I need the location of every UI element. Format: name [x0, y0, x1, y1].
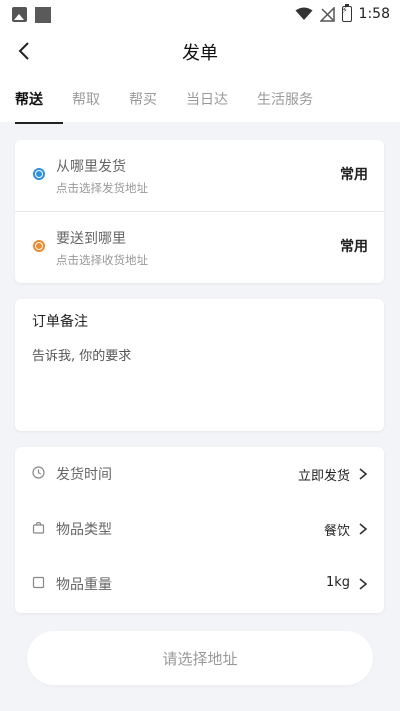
to-address-subtitle: 点击选择收货地址: [56, 253, 148, 267]
select-address-button[interactable]: 请选择地址: [27, 631, 373, 685]
pickup-dot-icon: [33, 168, 45, 180]
status-time: 1:58: [358, 6, 390, 22]
order-note-card: 订单备注: [15, 299, 384, 431]
from-address-title: 从哪里发货: [56, 159, 126, 175]
item-weight-value: 1kg: [325, 575, 350, 590]
note-title: 订单备注: [32, 314, 88, 330]
tab-bar: 帮送 帮取 帮买 当日达 生活服务: [0, 72, 400, 124]
submit-button-label: 请选择地址: [162, 649, 238, 668]
note-input[interactable]: [32, 345, 367, 415]
tab-same-day[interactable]: 当日达: [186, 72, 228, 122]
from-common-button[interactable]: 常用: [340, 164, 368, 184]
chevron-right-icon: [359, 523, 368, 535]
chevron-right-icon: [359, 468, 368, 480]
ship-time-row[interactable]: 发货时间 立即发货: [15, 447, 384, 502]
app-notification-icon: [35, 7, 51, 23]
ship-time-label: 发货时间: [56, 467, 112, 483]
address-card: 从哪里发货 点击选择发货地址 常用 要送到哪里 点击选择收货地址 常用: [15, 140, 384, 283]
item-weight-row[interactable]: 物品重量 1kg: [15, 557, 384, 612]
bag-icon: [32, 521, 45, 534]
item-weight-label: 物品重量: [56, 577, 112, 593]
wifi-icon: [295, 7, 313, 20]
clock-icon: [32, 466, 45, 479]
tab-bangmai[interactable]: 帮买: [129, 72, 157, 122]
active-tab-indicator: [15, 122, 63, 124]
square-icon: [32, 576, 45, 589]
to-address-row[interactable]: 要送到哪里 点击选择收货地址 常用: [15, 211, 384, 283]
item-type-row[interactable]: 物品类型 餐饮: [15, 502, 384, 557]
to-address-title: 要送到哪里: [56, 231, 126, 247]
dropoff-dot-icon: [33, 240, 45, 252]
item-type-label: 物品类型: [56, 522, 112, 538]
ship-time-value: 立即发货: [297, 469, 350, 484]
to-common-button[interactable]: 常用: [340, 236, 368, 256]
header: 发单: [0, 30, 400, 72]
from-address-row[interactable]: 从哪里发货 点击选择发货地址 常用: [15, 140, 384, 211]
from-address-subtitle: 点击选择发货地址: [56, 181, 148, 195]
tab-bangsong[interactable]: 帮送: [15, 72, 43, 122]
tab-life-services[interactable]: 生活服务: [257, 72, 313, 122]
status-bar: 1:58: [0, 0, 400, 30]
image-notification-icon: [12, 7, 27, 22]
order-info-card: 发货时间 立即发货 物品类型 餐饮 物品重量 1kg: [15, 447, 384, 613]
chevron-right-icon: [359, 578, 368, 590]
page-title: 发单: [182, 43, 218, 64]
battery-charging-icon: [341, 4, 352, 22]
tab-bangqu[interactable]: 帮取: [72, 72, 100, 122]
signal-icon: [319, 6, 335, 22]
item-type-value: 餐饮: [323, 524, 350, 539]
